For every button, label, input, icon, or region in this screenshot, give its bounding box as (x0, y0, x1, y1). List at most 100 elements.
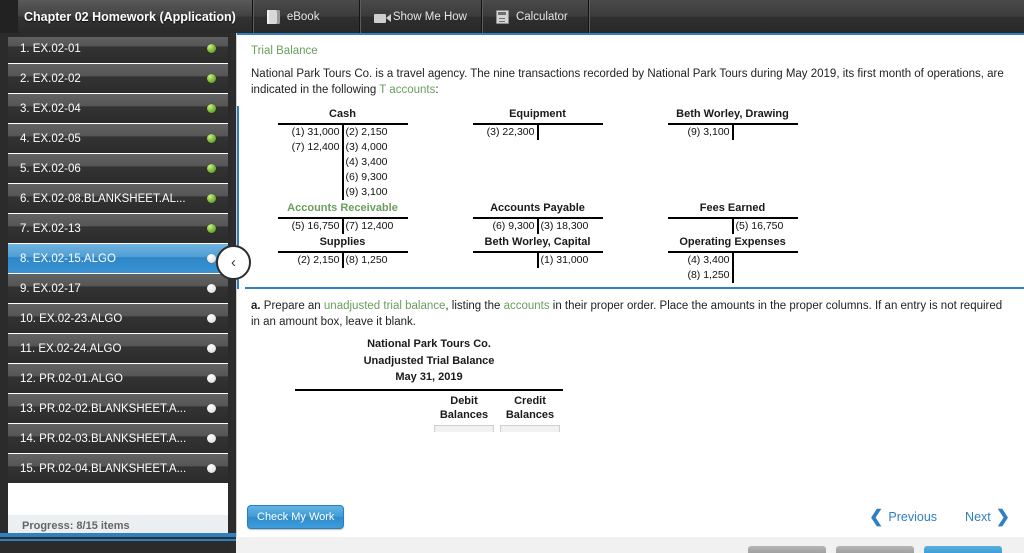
t-account-debit-column: (1) 31,000 (7) 12,400 (278, 125, 343, 200)
footer-button-1[interactable] (748, 546, 826, 553)
status-complete-icon (207, 194, 216, 203)
application-window: Chapter 02 Homework (Application) eBook … (0, 0, 1024, 553)
sidebar-item-11[interactable]: 11. EX.02-24.ALGO (8, 333, 228, 363)
tab-show-me-how[interactable]: Show Me How (358, 0, 481, 33)
t-account-body: (5) 16,750 (7) 12,400 (277, 217, 408, 234)
question-list-panel: 1. EX.02-01 2. EX.02-02 3. EX.02-04 4. EX.0… (8, 37, 228, 521)
t-account-entry-blank (736, 253, 798, 268)
sidebar-item-4[interactable]: 4. EX.02-05 (8, 123, 228, 153)
t-account: Operating Expenses (4) 3,400 (8) 1,250 (635, 234, 830, 283)
tb-company-name: National Park Tours Co. (367, 338, 491, 350)
t-account-entry: (6) 9,300 (492, 220, 535, 232)
t-account-credit-column: (3) 18,300 (538, 219, 603, 234)
t-account-entry: (2) 2,150 (297, 254, 340, 266)
t-account-debit-column: (5) 16,750 (278, 219, 343, 234)
tb-credit-input[interactable] (500, 424, 560, 432)
tab-calculator-label: Calculator (515, 10, 568, 23)
status-complete-icon (207, 164, 216, 173)
t-account-body: (4) 3,400 (8) 1,250 (667, 251, 798, 283)
t-account-columns: (4) 3,400 (8) 1,250 (668, 253, 798, 283)
t-account: Accounts Payable (6) 9,300 (3) 18,300 (440, 200, 635, 234)
sidebar-item-7[interactable]: 7. EX.02-13 (8, 213, 228, 243)
t-account-credit-column (733, 253, 798, 283)
t-account-credit-column: (2) 2,150 (3) 4,000 (4) 3,400 (6) 9,300 (9) … (343, 125, 408, 200)
tab-calculator[interactable]: Calculator (480, 0, 588, 33)
t-account-title: Operating Expenses (679, 236, 786, 248)
sidebar-collapse-button[interactable]: ‹ (216, 245, 251, 280)
sidebar-item-label: 6. EX.02-08.BLANKSHEET.AL... (20, 192, 186, 205)
t-account-columns: (2) 2,150 (8) 1,250 (278, 253, 408, 268)
sidebar-item-1[interactable]: 1. EX.02-01 (8, 37, 228, 63)
toolbar-left-edge (0, 0, 18, 33)
t-account: Cash (1) 31,000 (7) 12,400 (2) 2,150 (3) 4,… (245, 106, 440, 200)
t-account-body: (1) 31,000 (472, 251, 603, 268)
tb-statement-date: May 31, 2019 (395, 371, 463, 383)
t-account-debit-column: (4) 3,400 (8) 1,250 (668, 253, 733, 283)
t-account-body: (5) 16,750 (667, 217, 798, 234)
t-accounts-bottom-rule (245, 287, 1024, 289)
sidebar-item-2[interactable]: 2. EX.02-02 (8, 63, 228, 93)
homework-title: Chapter 02 Homework (Application) (18, 0, 252, 33)
unadjusted-trial-balance-link[interactable]: unadjusted trial balance (324, 300, 445, 312)
sidebar-item-label: 1. EX.02-01 (20, 42, 81, 55)
next-label: Next (965, 509, 991, 524)
t-account-debit-column (473, 253, 538, 268)
t-account-debit-column: (3) 22,300 (473, 125, 538, 140)
sidebar-item-10[interactable]: 10. EX.02-23.ALGO (8, 303, 228, 333)
t-account-credit-column: (1) 31,000 (538, 253, 603, 268)
progress-label: Progress: 8/15 items (22, 520, 130, 532)
accounts-link[interactable]: accounts (504, 300, 550, 312)
footer-button-2[interactable] (836, 546, 914, 553)
t-account-title[interactable]: Accounts Receivable (245, 202, 440, 217)
question-content-area: Trial Balance National Park Tours Co. is… (236, 33, 1024, 496)
tb-debit-input[interactable] (434, 424, 494, 432)
sidebar-item-label: 7. EX.02-13 (20, 222, 81, 235)
t-account-columns: (3) 22,300 (473, 125, 603, 140)
sidebar-item-6[interactable]: 6. EX.02-08.BLANKSHEET.AL... (8, 183, 228, 213)
sidebar-item-12[interactable]: 12. PR.02-01.ALGO (8, 363, 228, 393)
t-account-entry: (9) 3,100 (687, 126, 730, 138)
tab-ebook[interactable]: eBook (251, 0, 359, 33)
t-account-title: Supplies (319, 236, 366, 248)
t-account-entry: (1) 31,000 (540, 254, 589, 266)
sidebar-item-9[interactable]: 9. EX.02-17 (8, 273, 228, 303)
t-account-entry: (3) 18,300 (540, 220, 589, 232)
t-account-credit-column: (7) 12,400 (343, 219, 408, 234)
sidebar-item-15[interactable]: 15. PR.02-04.BLANKSHEET.A... (8, 453, 228, 483)
t-account-columns: (1) 31,000 (7) 12,400 (2) 2,150 (3) 4,000(… (278, 125, 408, 200)
sidebar-item-14[interactable]: 14. PR.02-03.BLANKSHEET.A... (8, 423, 228, 453)
footer-button-submit[interactable] (924, 546, 1002, 553)
sidebar-item-label: 9. EX.02-17 (20, 282, 81, 295)
sidebar-item-3[interactable]: 3. EX.02-04 (8, 93, 228, 123)
t-accounts-panel: Cash (1) 31,000 (7) 12,400 (2) 2,150 (3) 4,… (237, 106, 1024, 289)
sidebar-item-8[interactable]: 8. EX.02-15.ALGO (8, 243, 228, 273)
t-account-body: (1) 31,000 (7) 12,400 (2) 2,150 (3) 4,000(… (277, 123, 408, 200)
previous-button[interactable]: ❮ Previous (869, 508, 937, 525)
t-account-credit-column (538, 125, 603, 140)
t-account-entry: (2) 2,150 (345, 126, 388, 138)
t-account-title: Equipment (509, 108, 566, 120)
check-my-work-button[interactable]: Check My Work (247, 504, 345, 529)
requirement-paragraph: a. Prepare an unadjusted trial balance, … (251, 298, 1012, 330)
t-account-entry: (4) 3,400 (687, 254, 730, 266)
t-account-entry-blank (278, 185, 340, 200)
sidebar-item-label: 4. EX.02-05 (20, 132, 81, 145)
next-button[interactable]: Next ❯ (965, 508, 1010, 525)
sidebar-item-13[interactable]: 13. PR.02-02.BLANKSHEET.A... (8, 393, 228, 423)
tb-debit-header: Debit Balances (431, 394, 497, 423)
tb-statement-name: Unadjusted Trial Balance (363, 354, 495, 367)
t-account-entry-blank (668, 219, 730, 234)
t-account-entry: (9) 3,100 (345, 186, 388, 198)
sidebar-item-5[interactable]: 5. EX.02-06 (8, 153, 228, 183)
t-account-columns: (1) 31,000 (473, 253, 603, 268)
sidebar-item-label: 12. PR.02-01.ALGO (20, 372, 123, 385)
t-account-title: Beth Worley, Drawing (676, 108, 789, 120)
t-accounts-link[interactable]: T accounts (379, 84, 435, 96)
book-icon (266, 9, 280, 24)
status-complete-icon (207, 134, 216, 143)
t-account-debit-column: (9) 3,100 (668, 125, 733, 140)
t-account-credit-column (733, 125, 798, 140)
intro-text-2: : (435, 84, 439, 96)
t-account-credit-column: (8) 1,250 (343, 253, 408, 268)
trial-balance-table: National Park Tours Co. Unadjusted Trial… (295, 336, 563, 432)
